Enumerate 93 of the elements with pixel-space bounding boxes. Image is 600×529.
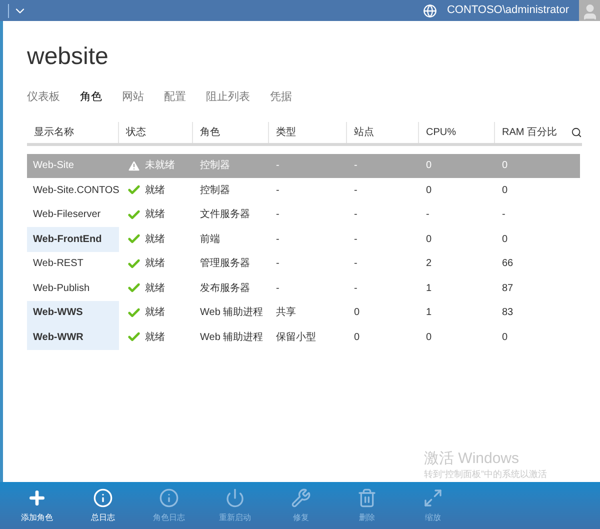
table-cell-text: 66: [501, 257, 514, 272]
table-cell-text: 0: [501, 184, 509, 198]
table-cell-text: 0: [353, 306, 361, 320]
table-cell-text: 87: [501, 282, 514, 296]
column-header[interactable]: RAM 百分比: [495, 122, 561, 142]
table-cell-text: 0: [425, 184, 433, 198]
table-row[interactable]: Web-FrontEnd 就绪 前端 - - 0 0: [27, 227, 580, 252]
check-icon: [127, 256, 141, 271]
name-cell-text: Web-REST: [32, 257, 84, 272]
tab[interactable]: 配置: [164, 89, 186, 106]
name-cell-text: Web-Fileserver: [32, 208, 102, 222]
command-button[interactable]: 添加角色: [4, 488, 70, 524]
table-cell-text: -: [353, 184, 358, 198]
status-cell: 就绪: [119, 256, 193, 272]
table-cell-text: -: [353, 257, 358, 272]
table-cell-text: -: [275, 159, 280, 174]
table-cell-text: 2: [425, 257, 433, 272]
column-header[interactable]: 角色: [193, 122, 269, 142]
info-icon: [93, 488, 113, 508]
table-cell-text: 发布服务器: [199, 282, 251, 296]
globe-icon[interactable]: [422, 4, 437, 18]
column-header[interactable]: 类型: [269, 122, 347, 142]
table-cell-text: -: [425, 208, 430, 222]
table-cell-text: 1: [425, 306, 433, 320]
table-cell-text: 管理服务器: [199, 257, 251, 272]
table-row[interactable]: Web-Fileserver 就绪 文件服务器 - - - -: [27, 202, 580, 227]
name-cell-text: Web-Site: [32, 159, 75, 174]
table-cell-text: -: [275, 232, 280, 247]
table-cell-text: -: [275, 208, 280, 222]
table-cell-text: -: [353, 282, 358, 296]
name-cell-text: Web-Site.CONTOS: [32, 184, 119, 198]
status-cell: 就绪: [119, 232, 193, 247]
table-cell-text: 0: [501, 330, 509, 345]
tab[interactable]: 网站: [122, 89, 144, 106]
table-cell-text: 共享: [275, 306, 297, 320]
name-cell-text: Web-Publish: [32, 282, 91, 296]
check-icon: [127, 306, 141, 320]
table-cell-text: 控制器: [199, 184, 231, 198]
page-title: website: [27, 42, 110, 72]
table-cell-text: 保留小型: [275, 330, 317, 345]
table-cell-text: 1: [425, 282, 433, 296]
tab[interactable]: 凭据: [270, 89, 292, 106]
table-cell-text: 控制器: [199, 158, 231, 174]
status-cell: 就绪: [119, 280, 193, 296]
table-cell-text: -: [275, 257, 280, 272]
command-button[interactable]: 总日志: [70, 488, 136, 524]
table-cell-text: Web 辅助进程: [199, 330, 264, 345]
table-cell-text: -: [275, 184, 280, 198]
status-cell: 就绪: [119, 330, 193, 345]
status-cell: 就绪: [119, 305, 193, 320]
tab[interactable]: 仪表板: [27, 89, 60, 106]
column-header[interactable]: 显示名称: [27, 122, 119, 142]
table-cell-text: -: [275, 282, 280, 296]
table-cell-text: -: [353, 232, 358, 247]
power-icon: [225, 488, 245, 508]
name-cell: Web-WWS: [27, 300, 119, 325]
table-row[interactable]: Web-Site.CONTOS 就绪 控制器 - - 0 0: [27, 178, 580, 202]
table-row[interactable]: Web-Publish 就绪 发布服务器 - - 1 87: [27, 276, 580, 300]
tab[interactable]: 阻止列表: [206, 89, 250, 106]
search-icon[interactable]: [571, 126, 582, 138]
table-cell-text: -: [353, 159, 358, 174]
expand-arrows-icon: [423, 488, 443, 508]
table-cell-text: 0: [425, 232, 433, 247]
info-icon: [159, 488, 179, 508]
name-cell: Web-FrontEnd: [27, 227, 119, 252]
table-row[interactable]: Web-WWS 就绪 Web 辅助进程 共享 0 1 83: [27, 300, 580, 325]
table-cell-text: 0: [425, 159, 433, 174]
warning-icon: [127, 158, 141, 173]
check-icon: [127, 208, 141, 222]
name-cell: Web-WWR: [27, 325, 119, 350]
column-header[interactable]: 状态: [119, 122, 193, 142]
table-cell-text: 0: [501, 232, 509, 247]
column-header[interactable]: 站点: [347, 122, 419, 142]
status-cell: 就绪: [119, 207, 193, 222]
table-cell-text: 文件服务器: [199, 208, 251, 222]
table-cell-text: 前端: [199, 232, 221, 247]
status-cell: 未就绪: [119, 158, 193, 174]
table-cell-text: 0: [501, 159, 509, 174]
tab[interactable]: 角色: [80, 89, 102, 106]
table-cell-text: 83: [501, 306, 514, 320]
table-cell-text: -: [501, 208, 506, 222]
column-header[interactable]: CPU%: [419, 122, 495, 142]
user-name[interactable]: CONTOSO\administrator: [446, 2, 569, 19]
table-cell-text: Web 辅助进程: [199, 306, 264, 320]
status-cell: 就绪: [119, 182, 193, 198]
table-cell-text: -: [353, 208, 358, 222]
table-cell-text: 0: [425, 330, 433, 345]
wrench-icon: [291, 488, 311, 508]
table-row[interactable]: Web-WWR 就绪 Web 辅助进程 保留小型 0 0 0: [27, 325, 580, 350]
trash-icon: [357, 488, 377, 508]
table-row[interactable]: Web-REST 就绪 管理服务器 - - 2 66: [27, 252, 580, 276]
table-cell-text: 0: [353, 330, 361, 345]
plus-icon: [27, 488, 47, 508]
